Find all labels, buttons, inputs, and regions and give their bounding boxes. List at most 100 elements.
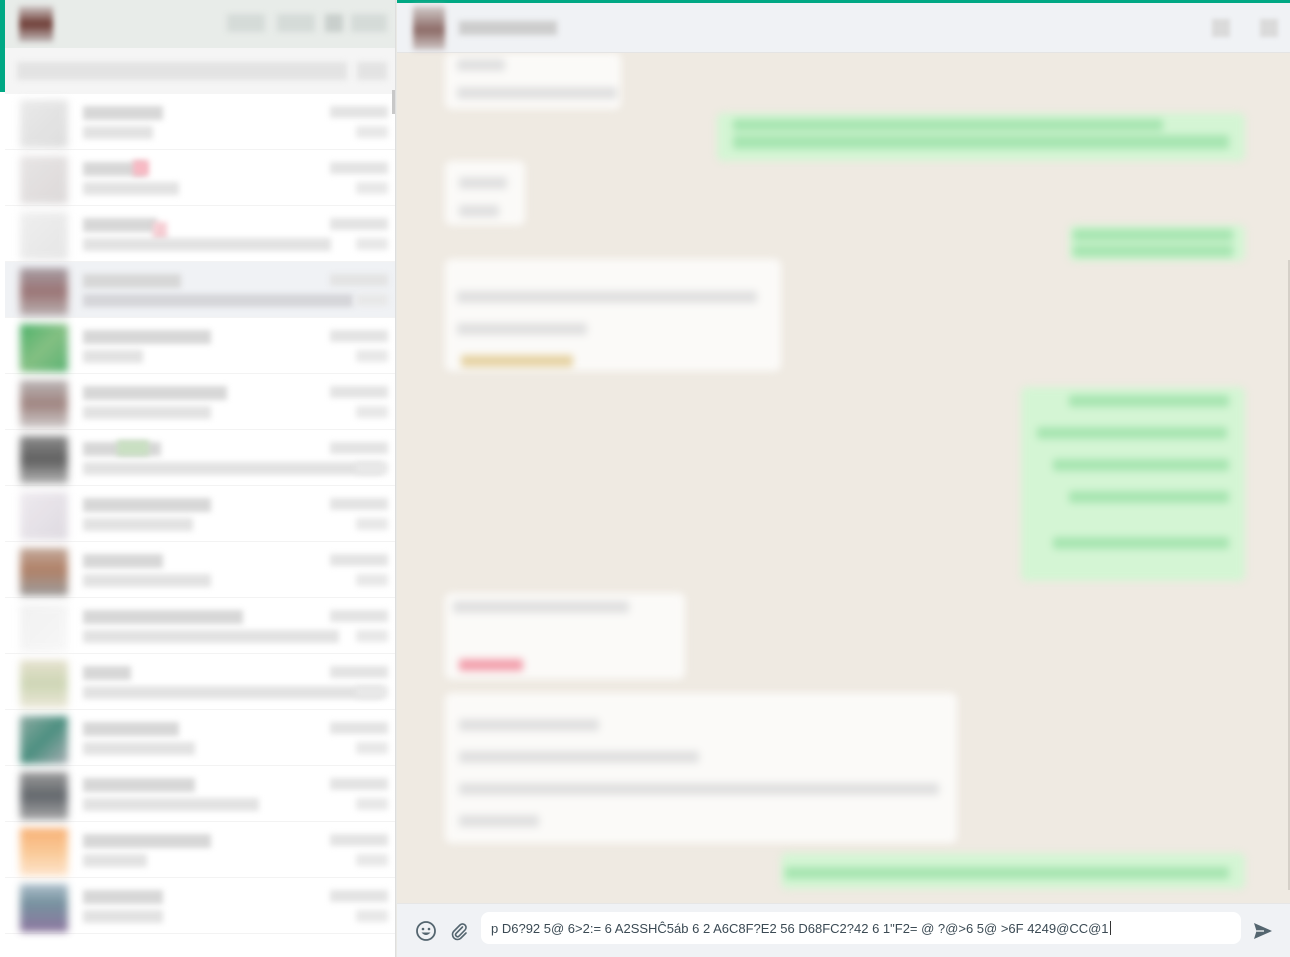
status-icon[interactable] [227,14,265,32]
message-text [459,659,523,671]
chat-time [330,274,388,286]
chat-meta [356,630,388,642]
unread-badge [133,160,149,176]
message-text [457,87,617,99]
message-text [1069,491,1229,503]
chat-last-message [83,518,193,531]
message-text [459,783,939,795]
chat-avatar [20,156,68,204]
new-chat-icon[interactable] [277,14,315,32]
paperclip-icon[interactable] [444,916,474,946]
profile-avatar[interactable] [19,6,53,42]
chat-list-item[interactable] [5,150,395,206]
chat-list-item[interactable] [5,542,395,598]
message-composer: p D6?92 5@ 6>2:= 6 A2SSHĈ5áb 6 2 A6C8F?E… [397,903,1290,957]
chat-last-message [83,686,383,699]
chat-list-item[interactable] [5,430,395,486]
message-list [397,53,1290,903]
chat-time [330,610,388,622]
send-icon[interactable] [1248,916,1278,946]
chat-last-message [83,126,153,139]
chat-avatar [20,380,68,428]
conversation-panel: p D6?92 5@ 6>2:= 6 A2SSHĈ5áb 6 2 A6C8F?E… [397,0,1290,957]
message-text [459,177,507,189]
whatsapp-web-app: p D6?92 5@ 6>2:= 6 A2SSHĈ5áb 6 2 A6C8F?E… [0,0,1290,957]
message-text [457,291,757,303]
outgoing-message[interactable] [1021,387,1245,581]
chat-last-message [83,238,331,251]
incoming-message[interactable] [445,161,525,225]
outgoing-message[interactable] [781,853,1245,889]
chat-last-message [83,350,143,363]
chat-avatar [20,884,68,932]
chat-list-item[interactable] [5,710,395,766]
chat-list-item[interactable] [5,374,395,430]
chat-meta [356,574,388,586]
chat-list-item[interactable] [5,598,395,654]
chat-avatar [20,548,68,596]
chat-list-item[interactable] [5,766,395,822]
chat-time [330,386,388,398]
chat-name [83,330,211,344]
chat-avatar [20,660,68,708]
chat-sidebar [0,0,396,957]
emoji-icon[interactable] [411,916,441,946]
chat-avatar [20,716,68,764]
message-text [733,119,1163,131]
chat-list-item[interactable] [5,822,395,878]
message-text [1073,229,1233,241]
chat-list-item[interactable] [5,486,395,542]
chat-time [330,778,388,790]
filter-icon[interactable] [357,62,387,80]
chat-time [330,554,388,566]
chat-list-item[interactable] [5,318,395,374]
chat-last-message [83,294,353,307]
menu-icon[interactable] [325,14,343,32]
outgoing-message[interactable] [1069,225,1245,261]
message-text [1053,459,1229,471]
incoming-message[interactable] [445,593,685,679]
chat-avatar [20,828,68,876]
message-text [457,323,587,335]
conversation-header[interactable] [397,3,1290,53]
search-input[interactable] [17,62,347,80]
chat-time [330,218,388,230]
chat-last-message [83,742,195,755]
incoming-message[interactable] [445,259,781,371]
menu-icon[interactable] [1260,19,1278,37]
incoming-message[interactable] [445,693,957,843]
chat-list-item[interactable] [5,654,395,710]
chat-meta [356,406,388,418]
chat-avatar [20,212,68,260]
chat-avatar [20,604,68,652]
message-text [1073,245,1233,257]
search-row [5,48,395,94]
chat-meta [356,686,388,698]
message-input[interactable]: p D6?92 5@ 6>2:= 6 A2SSHĈ5áb 6 2 A6C8F?E… [481,912,1241,944]
chat-list-item[interactable] [5,206,395,262]
chat-name [83,722,179,736]
chat-meta [356,182,388,194]
sidebar-scrollbar[interactable] [392,90,395,114]
chat-time [330,162,388,174]
search-icon[interactable] [1212,19,1230,37]
text-caret [1109,921,1111,935]
outgoing-message[interactable] [717,113,1245,161]
archive-icon[interactable] [351,14,387,32]
chat-last-message [83,406,211,419]
chat-list [5,94,395,934]
contact-avatar[interactable] [413,6,445,50]
message-text [1069,395,1229,407]
chat-list-item[interactable] [5,262,395,318]
chat-meta [356,518,388,530]
incoming-message[interactable] [445,53,621,109]
chat-time [330,330,388,342]
chat-list-item[interactable] [5,878,395,934]
chat-name [83,890,163,904]
message-text [459,751,699,763]
message-text [459,815,539,827]
chat-time [330,106,388,118]
chat-list-item[interactable] [5,94,395,150]
chat-last-message [83,574,211,587]
message-text [453,601,629,613]
